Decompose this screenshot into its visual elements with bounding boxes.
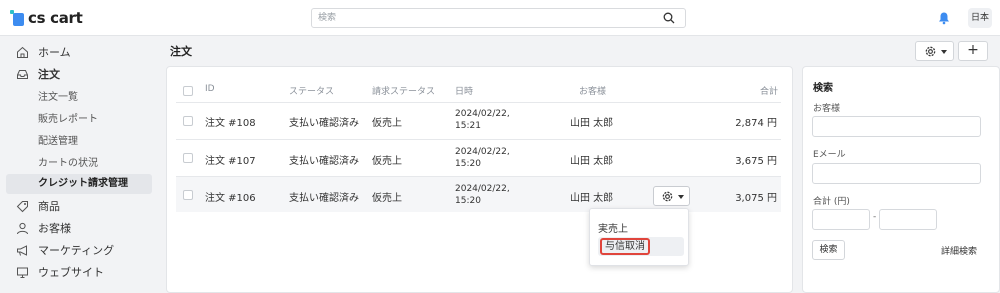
order-total: 3,075 円 [735, 193, 777, 204]
chevron-down-icon [941, 50, 947, 54]
page-settings-button[interactable] [915, 41, 954, 61]
add-order-button[interactable]: + [958, 41, 988, 61]
inbox-icon [17, 70, 28, 79]
gear-icon [662, 191, 673, 202]
advanced-search-link[interactable]: 詳細検索 [941, 244, 977, 257]
sidebar-item-orders[interactable]: 注文 [0, 64, 157, 84]
order-id-link[interactable]: 注文 #107 [205, 152, 256, 167]
row-checkbox[interactable] [183, 116, 193, 126]
sidebar-item-label: 商品 [38, 200, 60, 213]
sidebar-item-website[interactable]: ウェブサイト [0, 262, 157, 282]
menu-item-capture[interactable]: 実売上 [598, 220, 628, 235]
row-checkbox[interactable] [183, 153, 193, 163]
language-switcher[interactable]: 日本 [968, 8, 992, 28]
total-label: 合計 (円) [813, 197, 850, 207]
billing-status: 仮売上 [372, 156, 402, 167]
menu-item-cancel-authorization[interactable]: 与信取消 [598, 237, 684, 256]
customer-name-link[interactable]: 山田 太郎 [570, 114, 613, 129]
column-header-id[interactable]: ID [205, 84, 215, 94]
email-field[interactable] [812, 163, 981, 184]
bell-icon[interactable] [937, 11, 951, 25]
global-search-input[interactable] [312, 9, 652, 27]
select-all-checkbox[interactable] [183, 86, 193, 96]
order-status[interactable]: 支払い確認済み [289, 114, 359, 129]
order-id-link[interactable]: 注文 #108 [205, 114, 256, 129]
order-status[interactable]: 支払い確認済み [289, 152, 359, 167]
column-header-billing-status[interactable]: 請求ステータス [372, 84, 435, 97]
global-search [311, 8, 686, 28]
customer-search-field[interactable] [812, 116, 981, 137]
range-separator: - [873, 212, 877, 222]
monitor-icon [17, 267, 28, 278]
home-icon [17, 46, 28, 58]
column-header-date[interactable]: 日時 [455, 84, 473, 97]
page-title: 注文 [170, 45, 192, 58]
row-divider [176, 102, 781, 103]
logo-mark-icon [10, 10, 24, 26]
email-label: Eメール [813, 150, 846, 160]
search-button[interactable]: 検索 [812, 240, 845, 260]
search-icon[interactable] [663, 12, 675, 24]
user-icon [17, 222, 28, 235]
sidebar-item-label: お客様 [38, 222, 71, 235]
top-bar: cs cart 日本 [0, 0, 1000, 36]
billing-status: 仮売上 [372, 193, 402, 204]
order-date: 2024/02/22, 15:21 [455, 109, 510, 131]
order-date: 2024/02/22, 15:20 [455, 147, 510, 169]
row-checkbox[interactable] [183, 190, 193, 200]
order-status[interactable]: 支払い確認済み [289, 189, 359, 204]
order-date: 2024/02/22, 15:20 [455, 184, 510, 206]
sidebar-item-label: ウェブサイト [38, 266, 104, 279]
sidebar-subitem-sales-report[interactable]: 販売レポート [38, 110, 98, 125]
sidebar-subitem-credit-billing[interactable]: クレジット請求管理 [6, 174, 152, 194]
cs-cart-logo[interactable]: cs cart [10, 9, 83, 27]
sidebar-subitem-cart-status[interactable]: カートの状況 [38, 154, 98, 169]
sidebar-item-marketing[interactable]: マーケティング [0, 240, 157, 260]
sidebar-subitem-order-list[interactable]: 注文一覧 [38, 88, 78, 103]
sidebar-item-customers[interactable]: お客様 [0, 218, 157, 238]
order-total: 3,675 円 [735, 156, 777, 167]
total-min-field[interactable] [812, 209, 870, 230]
logo-text: cs cart [28, 9, 83, 27]
billing-status: 仮売上 [372, 118, 402, 129]
total-max-field[interactable] [879, 209, 937, 230]
sidebar-item-label: マーケティング [38, 244, 115, 257]
column-header-status[interactable]: ステータス [289, 84, 334, 97]
row-divider [176, 139, 781, 140]
gear-icon [925, 46, 936, 57]
order-total: 2,874 円 [735, 118, 777, 129]
sidebar-item-label: ホーム [38, 46, 71, 59]
sidebar-item-label: 注文 [38, 68, 60, 81]
sidebar-item-products[interactable]: 商品 [0, 196, 157, 216]
customer-name-link[interactable]: 山田 太郎 [570, 189, 613, 204]
row-actions-button[interactable] [653, 186, 690, 206]
tag-icon [16, 201, 28, 213]
sidebar-subitem-shipping[interactable]: 配送管理 [38, 132, 78, 147]
customer-name-link[interactable]: 山田 太郎 [570, 152, 613, 167]
search-panel-title: 検索 [813, 83, 833, 94]
column-header-customer[interactable]: お客様 [579, 84, 606, 97]
sidebar: ホーム 注文 注文一覧 販売レポート 配送管理 カートの状況 クレジット請求管理… [0, 36, 157, 293]
chevron-down-icon [678, 195, 684, 199]
sidebar-item-home[interactable]: ホーム [0, 42, 157, 62]
column-header-total[interactable]: 合計 [760, 84, 778, 97]
menu-item-label: 与信取消 [600, 238, 650, 255]
order-id-link[interactable]: 注文 #106 [205, 189, 256, 204]
row-actions-dropdown: 実売上 与信取消 [589, 208, 689, 266]
customer-label: お客様 [813, 104, 841, 114]
megaphone-icon [17, 245, 27, 256]
